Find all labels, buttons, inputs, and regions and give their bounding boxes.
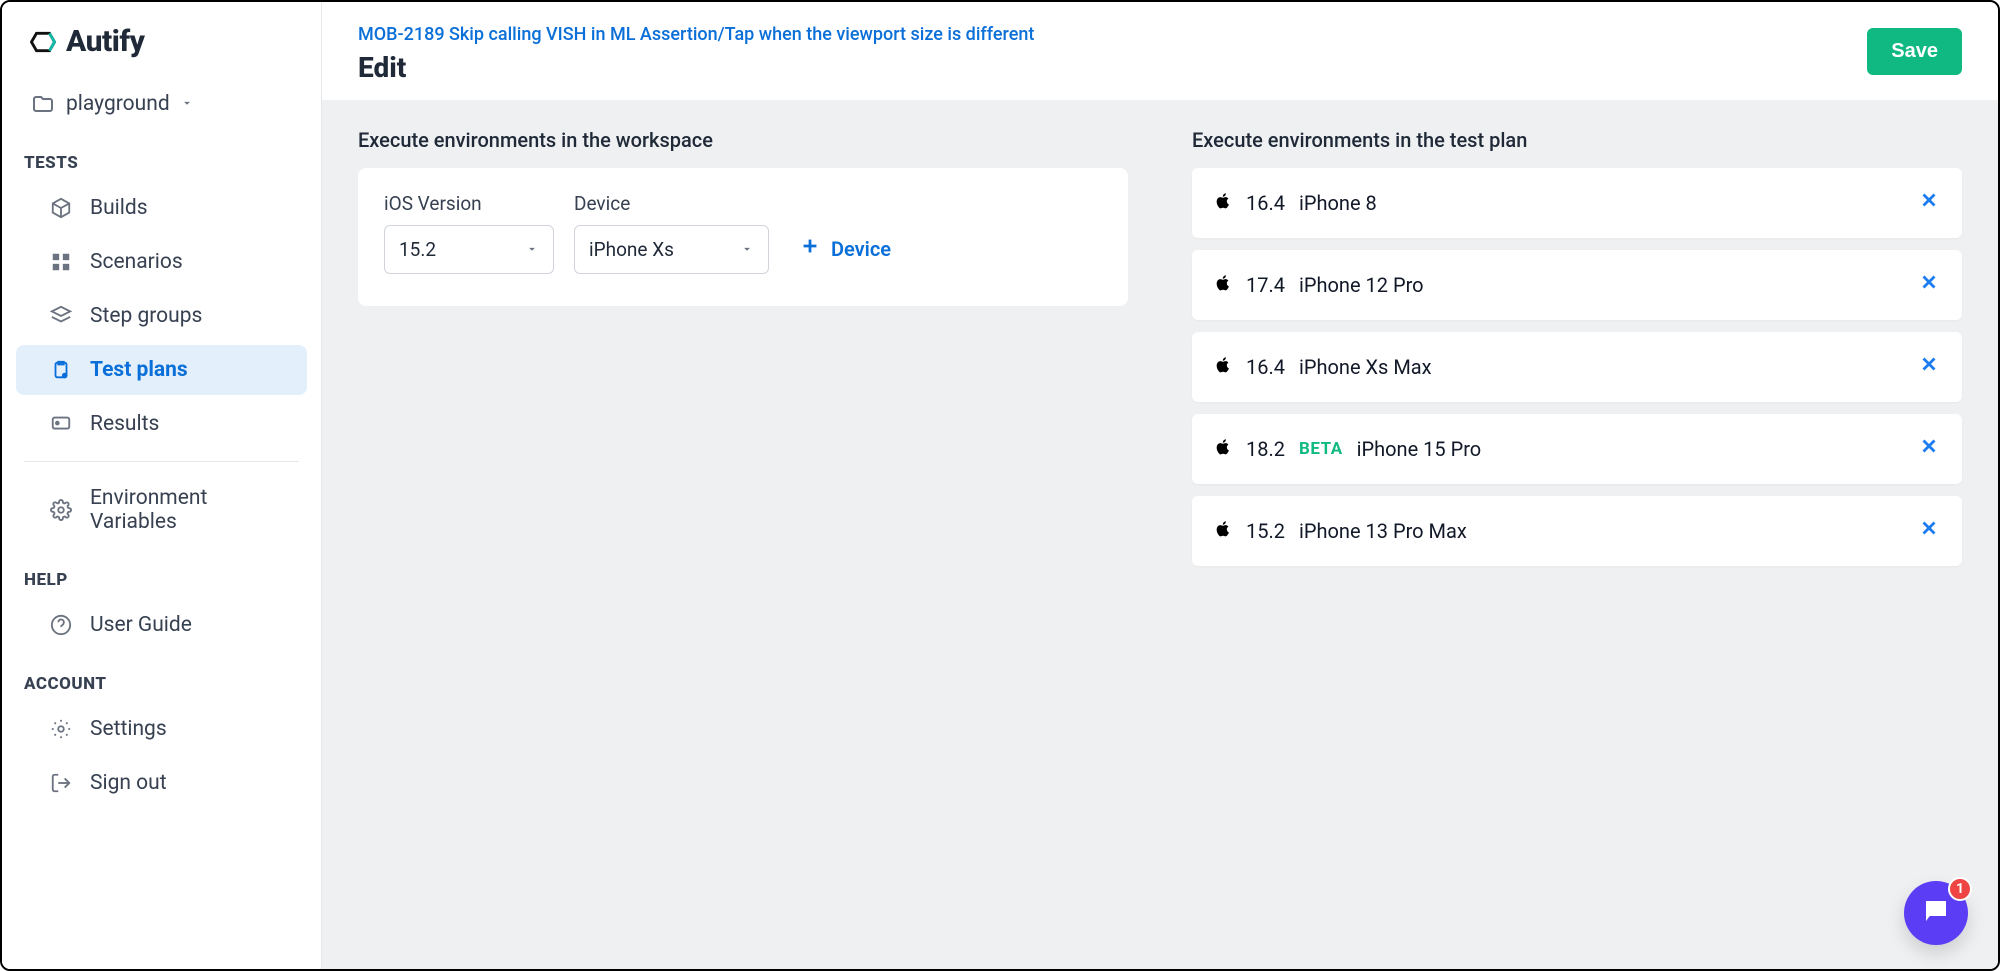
add-device-label: Device — [831, 237, 891, 261]
nav-tests: Builds Scenarios Step groups Test plans — [2, 181, 321, 451]
sidebar-item-label: Test plans — [90, 358, 188, 382]
sidebar-item-test-plans[interactable]: Test plans — [16, 345, 307, 395]
ios-version-select[interactable]: 15.2 — [384, 225, 554, 274]
device-select[interactable]: iPhone Xs — [574, 225, 769, 274]
save-button[interactable]: Save — [1867, 28, 1962, 75]
sidebar-item-builds[interactable]: Builds — [16, 183, 307, 233]
grid-icon — [48, 249, 74, 275]
apple-icon — [1214, 437, 1232, 462]
ios-version-label: iOS Version — [384, 192, 554, 215]
sidebar-item-label: Settings — [90, 717, 167, 741]
remove-env-button[interactable] — [1918, 270, 1940, 300]
sign-out-icon — [48, 770, 74, 796]
device-value: iPhone Xs — [589, 238, 674, 261]
section-tests: TESTS — [2, 131, 321, 181]
gear-icon — [48, 497, 74, 523]
content: Execute environments in the workspace iO… — [322, 100, 1998, 969]
apple-icon — [1214, 355, 1232, 380]
help-circle-icon — [48, 612, 74, 638]
remove-env-button[interactable] — [1918, 188, 1940, 218]
apple-icon — [1214, 191, 1232, 216]
workspace-env-card: iOS Version 15.2 Device iPhone Xs — [358, 168, 1128, 306]
env-device: iPhone 12 Pro — [1299, 273, 1424, 297]
workspace-selector[interactable]: playground — [2, 79, 321, 131]
section-account: ACCOUNT — [2, 652, 321, 702]
testplan-env-title: Execute environments in the test plan — [1192, 120, 1962, 168]
remove-env-button[interactable] — [1918, 352, 1940, 382]
env-device: iPhone 13 Pro Max — [1299, 519, 1467, 543]
clipboard-icon — [48, 357, 74, 383]
sidebar-item-label: User Guide — [90, 613, 192, 637]
sidebar-item-results[interactable]: Results — [16, 399, 307, 449]
remove-env-button[interactable] — [1918, 516, 1940, 546]
logo-hexagon-icon — [30, 29, 56, 55]
settings-gear-icon — [48, 716, 74, 742]
env-row: 16.4 iPhone 8 — [1192, 168, 1962, 238]
env-version: 16.4 — [1246, 191, 1285, 215]
env-version: 15.2 — [1246, 519, 1285, 543]
sidebar-item-user-guide[interactable]: User Guide — [16, 600, 307, 650]
cube-icon — [48, 195, 74, 221]
logo-block: Autify — [2, 24, 321, 79]
apple-icon — [1214, 519, 1232, 544]
chevron-down-icon — [180, 92, 194, 116]
sidebar-item-label: Sign out — [90, 771, 167, 795]
env-version: 18.2 — [1246, 437, 1285, 461]
env-row: 16.4 iPhone Xs Max — [1192, 332, 1962, 402]
sidebar-item-scenarios[interactable]: Scenarios — [16, 237, 307, 287]
logo[interactable]: Autify — [30, 24, 293, 59]
header: MOB-2189 Skip calling VISH in ML Asserti… — [322, 2, 1998, 100]
ios-version-value: 15.2 — [399, 238, 436, 261]
breadcrumb[interactable]: MOB-2189 Skip calling VISH in ML Asserti… — [358, 24, 1034, 45]
beta-badge: BETA — [1299, 439, 1343, 459]
sidebar: Autify playground TESTS Builds — [2, 2, 322, 969]
chat-launcher[interactable]: 1 — [1904, 881, 1968, 945]
workspace-name: playground — [66, 92, 170, 116]
workspace-env-title: Execute environments in the workspace — [358, 120, 1128, 168]
add-device-button[interactable]: Device — [789, 223, 901, 274]
layers-icon — [48, 303, 74, 329]
sidebar-item-sign-out[interactable]: Sign out — [16, 758, 307, 808]
device-field: Device iPhone Xs — [574, 192, 769, 274]
chat-icon — [1921, 896, 1951, 930]
env-device: iPhone Xs Max — [1299, 355, 1432, 379]
sidebar-item-label: Environment Variables — [90, 486, 287, 534]
plus-icon — [799, 235, 821, 262]
sidebar-item-label: Builds — [90, 196, 148, 220]
chevron-down-icon — [525, 238, 539, 261]
sidebar-item-label: Results — [90, 412, 159, 436]
sidebar-item-label: Step groups — [90, 304, 202, 328]
sidebar-item-step-groups[interactable]: Step groups — [16, 291, 307, 341]
ios-version-field: iOS Version 15.2 — [384, 192, 554, 274]
sidebar-item-label: Scenarios — [90, 250, 183, 274]
logo-text: Autify — [66, 24, 144, 59]
env-row: 18.2 BETA iPhone 15 Pro — [1192, 414, 1962, 484]
env-row: 15.2 iPhone 13 Pro Max — [1192, 496, 1962, 566]
page-title: Edit — [358, 51, 1034, 84]
env-device: iPhone 8 — [1299, 191, 1377, 215]
apple-icon — [1214, 273, 1232, 298]
device-label: Device — [574, 192, 769, 215]
remove-env-button[interactable] — [1918, 434, 1940, 464]
env-device: iPhone 15 Pro — [1357, 437, 1482, 461]
monitor-icon — [48, 411, 74, 437]
env-version: 16.4 — [1246, 355, 1285, 379]
env-version: 17.4 — [1246, 273, 1285, 297]
env-row: 17.4 iPhone 12 Pro — [1192, 250, 1962, 320]
folder-icon — [30, 91, 56, 117]
sidebar-item-env-vars[interactable]: Environment Variables — [16, 474, 307, 546]
chat-badge: 1 — [1948, 877, 1972, 901]
sidebar-item-settings[interactable]: Settings — [16, 704, 307, 754]
section-help: HELP — [2, 548, 321, 598]
testplan-env-column: Execute environments in the test plan 16… — [1192, 120, 1962, 949]
app-window: Autify playground TESTS Builds — [0, 0, 2000, 971]
main: MOB-2189 Skip calling VISH in ML Asserti… — [322, 2, 1998, 969]
workspace-env-column: Execute environments in the workspace iO… — [358, 120, 1128, 949]
env-list: 16.4 iPhone 8 17.4 iPhone 12 Pro 16.4 iPhone … — [1192, 168, 1962, 566]
divider — [24, 461, 299, 462]
chevron-down-icon — [740, 238, 754, 261]
header-left: MOB-2189 Skip calling VISH in ML Asserti… — [358, 24, 1034, 84]
